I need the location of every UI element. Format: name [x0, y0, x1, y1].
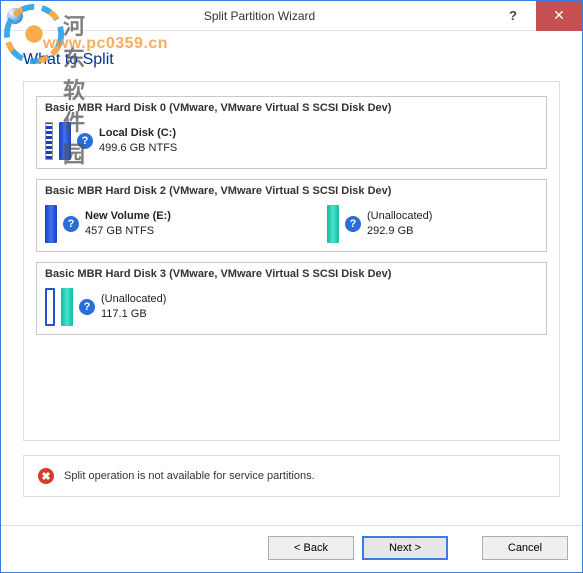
partition-status-icon: ? — [77, 133, 93, 149]
status-bar: ✖ Split operation is not available for s… — [23, 455, 560, 497]
partition-bar-icon — [45, 288, 55, 326]
partition-bar-icon — [45, 205, 57, 243]
partition-status-icon: ? — [345, 216, 361, 232]
partition-label: New Volume (E:) 457 GB NTFS — [85, 209, 171, 239]
disk-label: Basic MBR Hard Disk 3 (VMware, VMware Vi… — [37, 263, 546, 284]
partition-bar-icon — [45, 122, 53, 160]
partition-name: Local Disk (C:) — [99, 127, 176, 139]
disk-group[interactable]: Basic MBR Hard Disk 0 (VMware, VMware Vi… — [36, 96, 547, 169]
disk-label: Basic MBR Hard Disk 0 (VMware, VMware Vi… — [37, 97, 546, 118]
app-icon — [7, 8, 23, 24]
partition-bar-icon — [327, 205, 339, 243]
footer: < Back Next > Cancel — [1, 525, 582, 572]
spacer — [456, 536, 474, 560]
partition-size: 457 GB NTFS — [85, 225, 154, 237]
disk-body: ? (Unallocated) 117.1 GB — [37, 284, 546, 334]
page-header: What to Split — [1, 31, 582, 81]
back-button[interactable]: < Back — [268, 536, 354, 560]
page-title: What to Split — [23, 51, 560, 69]
partition-item[interactable]: ? New Volume (E:) 457 GB NTFS — [45, 205, 171, 243]
disk-list: Basic MBR Hard Disk 0 (VMware, VMware Vi… — [23, 81, 560, 441]
partition-name: New Volume (E:) — [85, 210, 171, 222]
partition-bar-icon — [59, 122, 71, 160]
partition-name: (Unallocated) — [367, 210, 432, 222]
partition-name: (Unallocated) — [101, 293, 166, 305]
partition-label: (Unallocated) 292.9 GB — [367, 209, 432, 239]
disk-group[interactable]: Basic MBR Hard Disk 3 (VMware, VMware Vi… — [36, 262, 547, 335]
partition-item[interactable]: ? Local Disk (C:) 499.6 GB NTFS — [45, 122, 177, 160]
window-title: Split Partition Wizard — [29, 9, 490, 23]
disk-body: ? Local Disk (C:) 499.6 GB NTFS — [37, 118, 546, 168]
partition-bar-icon — [61, 288, 73, 326]
close-button[interactable]: ✕ — [536, 1, 582, 31]
next-button[interactable]: Next > — [362, 536, 448, 560]
status-text: Split operation is not available for ser… — [64, 470, 315, 482]
partition-item[interactable]: ? (Unallocated) 117.1 GB — [45, 288, 166, 326]
cancel-button[interactable]: Cancel — [482, 536, 568, 560]
partition-status-icon: ? — [63, 216, 79, 232]
window-buttons: ? ✕ — [490, 1, 582, 31]
partition-status-icon: ? — [79, 299, 95, 315]
help-button[interactable]: ? — [490, 1, 536, 31]
partition-item[interactable]: ? (Unallocated) 292.9 GB — [327, 205, 432, 243]
disk-label: Basic MBR Hard Disk 2 (VMware, VMware Vi… — [37, 180, 546, 201]
titlebar: Split Partition Wizard ? ✕ — [1, 1, 582, 31]
disk-body: ? New Volume (E:) 457 GB NTFS ? (Unalloc… — [37, 201, 546, 251]
partition-size: 117.1 GB — [101, 308, 147, 320]
disk-group[interactable]: Basic MBR Hard Disk 2 (VMware, VMware Vi… — [36, 179, 547, 252]
error-icon: ✖ — [38, 468, 54, 484]
partition-size: 292.9 GB — [367, 225, 413, 237]
partition-label: (Unallocated) 117.1 GB — [101, 292, 166, 322]
partition-size: 499.6 GB NTFS — [99, 142, 177, 154]
partition-label: Local Disk (C:) 499.6 GB NTFS — [99, 126, 177, 156]
